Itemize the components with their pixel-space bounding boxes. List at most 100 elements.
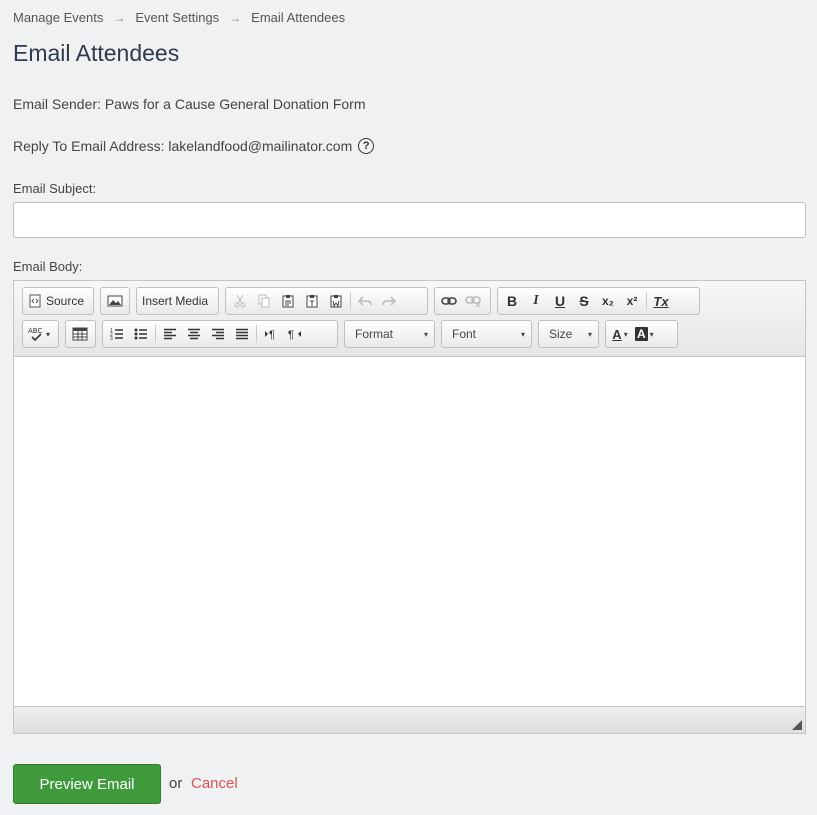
page-title: Email Attendees [13,40,180,66]
undo-icon [357,296,372,306]
cancel-link[interactable]: Cancel [191,775,238,792]
email-sender-value: Paws for a Cause General Donation Form [104,96,366,112]
bulleted-list-button[interactable] [129,322,153,346]
justify-button[interactable] [230,322,254,346]
rtl-icon: ¶ [288,329,301,340]
source-group: Source [22,287,94,315]
unlink-button[interactable] [461,289,485,313]
breadcrumb-manage-events[interactable]: Manage Events [13,10,103,25]
size-caret-icon: ▾ [587,329,592,339]
background-color-icon: A [635,327,648,341]
image-group [100,287,130,315]
superscript-button[interactable]: x² [620,289,644,313]
table-icon [72,327,88,341]
justify-icon [236,328,248,340]
numbered-list-button[interactable]: 123 [105,322,129,346]
ltr-button[interactable]: ¶ [259,322,283,346]
copy-icon [258,294,270,308]
align-left-button[interactable] [158,322,182,346]
text-color-button[interactable]: A ▾ [608,322,632,346]
copy-button[interactable] [252,289,276,313]
redo-button[interactable] [377,289,401,313]
editor-status-bar [14,706,805,733]
align-left-icon [164,328,176,340]
table-group [65,320,96,348]
cut-button[interactable] [228,289,252,313]
email-body-content[interactable] [14,357,805,707]
insert-media-button[interactable]: Insert Media [139,289,211,313]
toolbar-separator [155,325,156,343]
source-icon [29,294,41,308]
format-dropdown-label: Format [355,327,394,341]
align-right-icon [212,328,224,340]
remove-format-button[interactable]: Tx [649,289,673,313]
colors-group: A ▾ A ▾ [605,320,678,348]
size-dropdown[interactable]: Size ▾ [538,320,599,348]
toolbar-row-2: ABC ▾ 123 ¶ ¶ Format ▾ Font ▾ Size ▾ A ▾… [14,320,805,350]
editor-toolbar: Source Insert Media B I U S x₂ x² Tx ABC… [14,281,805,357]
spellcheck-button[interactable]: ABC ▾ [25,322,53,346]
insert-media-group: Insert Media [136,287,219,315]
svg-text:3: 3 [110,336,113,341]
background-color-caret-icon: ▾ [649,329,654,339]
toolbar-separator [350,292,351,310]
breadcrumb: Manage Events → Event Settings → Email A… [13,10,345,25]
text-color-icon: A [612,326,622,342]
format-dropdown[interactable]: Format ▾ [344,320,435,348]
redo-icon [382,296,397,306]
background-color-button[interactable]: A ▾ [632,322,657,346]
email-sender-label: Email Sender: [13,96,101,112]
table-button[interactable] [68,322,92,346]
font-dropdown-label: Font [452,327,477,341]
bulleted-list-icon [134,328,147,340]
help-icon[interactable]: ? [358,138,375,154]
align-center-button[interactable] [182,322,206,346]
preview-email-button[interactable]: Preview Email [13,764,161,804]
reply-to-label: Reply To Email Address: [13,138,165,154]
ltr-icon: ¶ [265,329,275,340]
email-subject-input[interactable] [13,202,806,238]
font-caret-icon: ▾ [520,329,525,339]
align-center-icon [188,328,200,340]
paste-text-button[interactable] [300,289,324,313]
cut-icon [234,294,246,308]
email-subject-label: Email Subject: [13,181,97,196]
email-sender-row: Email Sender: Paws for a Cause General D… [13,96,366,112]
strikethrough-button[interactable]: S [572,289,596,313]
breadcrumb-event-settings[interactable]: Event Settings [135,10,219,25]
size-dropdown-label: Size [549,327,573,341]
link-icon [441,297,457,305]
toolbar-separator [646,292,647,310]
or-text: or [169,775,183,792]
paste-icon [282,295,294,308]
unlink-icon [465,296,481,307]
reply-to-value: lakelandfood@mailinator.com [168,138,353,154]
source-button[interactable]: Source [25,289,87,313]
paragraph-group: 123 ¶ ¶ [102,320,338,348]
align-right-button[interactable] [206,322,230,346]
text-color-caret-icon: ▾ [623,329,628,339]
font-dropdown[interactable]: Font ▾ [441,320,532,348]
source-label: Source [46,294,85,308]
toolbar-separator [256,325,257,343]
image-button[interactable] [103,289,127,313]
rtl-button[interactable]: ¶ [283,322,307,346]
paste-word-button[interactable] [324,289,348,313]
spellcheck-caret-icon: ▾ [46,329,51,339]
subscript-button[interactable]: x₂ [596,289,620,313]
bold-button[interactable]: B [500,289,524,313]
clipboard-group [225,287,428,315]
link-button[interactable] [437,289,461,313]
paste-button[interactable] [276,289,300,313]
undo-button[interactable] [353,289,377,313]
format-caret-icon: ▾ [423,329,428,339]
breadcrumb-arrow-icon: → [113,10,126,25]
italic-button[interactable]: I [524,289,548,313]
toolbar-row-1: Source Insert Media B I U S x₂ x² Tx [14,287,805,317]
resize-grip-icon[interactable] [792,720,802,730]
breadcrumb-arrow-icon: → [229,10,242,25]
underline-button[interactable]: U [548,289,572,313]
image-icon [107,295,123,307]
numbered-list-icon: 123 [110,328,123,341]
spellcheck-icon: ABC [28,327,42,342]
